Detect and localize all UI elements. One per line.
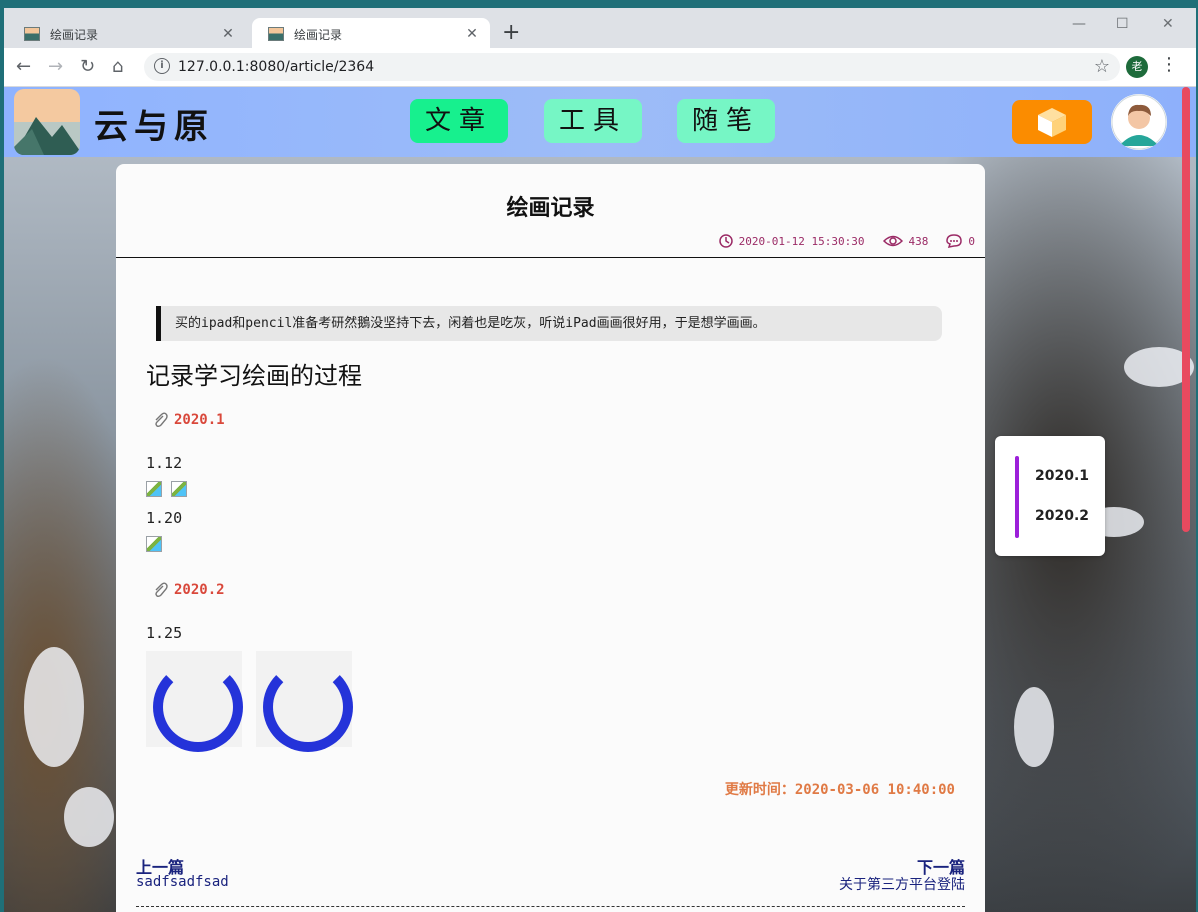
subsection-title: 2020.2 (174, 582, 225, 598)
profile-avatar[interactable]: 老 (1126, 56, 1148, 78)
tab-title: 绘画记录 (294, 27, 343, 42)
broken-image-icon (146, 481, 162, 497)
prev-article-link[interactable]: sadfsadfsad (136, 874, 229, 890)
bookmark-star-icon[interactable]: ☆ (1094, 56, 1110, 77)
divider (116, 257, 985, 258)
table-of-contents: 2020.1 2020.2 (995, 436, 1105, 556)
tab-active[interactable]: 绘画记录 ✕ (252, 18, 490, 50)
intro-quote: 买的ipad和pencil准备考研然鵝没坚持下去，闲着也是吃灰，听说iPad画画… (156, 306, 942, 341)
clock-icon (718, 234, 733, 248)
spinner-icon (153, 662, 243, 752)
article-card: 绘画记录 2020-01-12 15:30:30 438 0 买的ipad和pe… (116, 164, 985, 912)
eye-icon (882, 235, 903, 247)
cube-icon (1038, 108, 1066, 137)
comment-icon (946, 234, 963, 248)
image-loading (146, 651, 243, 752)
screen: 绘画记录 ✕ 绘画记录 ✕ + — ☐ ✕ ← → ↻ ⌂ i 127.0.0.… (0, 0, 1198, 912)
nav-notes-button[interactable]: 随笔 (677, 99, 775, 143)
subsection-2020-1: 2020.1 (152, 412, 225, 428)
snow-patch (1014, 687, 1054, 767)
entry-date: 1.25 (146, 624, 183, 642)
entry-date: 1.20 (146, 509, 183, 527)
site-header: 云与原 文章 工具 随笔 (4, 87, 1196, 157)
publish-date: 2020-01-12 15:30:30 (718, 234, 865, 248)
broken-image-icon (146, 536, 162, 552)
comment-count-text: 0 (968, 234, 975, 248)
close-window-button[interactable]: ✕ (1162, 16, 1174, 32)
close-icon[interactable]: ✕ (220, 26, 236, 42)
view-count-text: 438 (908, 234, 929, 248)
snow-patch (64, 787, 114, 847)
page-viewport: 云与原 文章 工具 随笔 绘画记录 2020-01-12 15:30:30 43… (4, 87, 1196, 912)
site-name[interactable]: 云与原 (94, 99, 214, 148)
user-icon (1111, 94, 1167, 150)
home-icon[interactable]: ⌂ (112, 56, 123, 77)
new-tab-button[interactable]: + (502, 20, 520, 45)
toc-item-2020-1[interactable]: 2020.1 (1035, 468, 1089, 484)
publish-date-text: 2020-01-12 15:30:30 (738, 234, 865, 248)
section-heading: 记录学习绘画的过程 (146, 362, 362, 390)
back-icon[interactable]: ← (16, 56, 31, 77)
article-meta: 2020-01-12 15:30:30 438 0 (701, 234, 975, 248)
tab-bar: 绘画记录 ✕ 绘画记录 ✕ + — ☐ ✕ (4, 8, 1196, 50)
subsection-title: 2020.1 (174, 412, 225, 428)
url-input[interactable]: i 127.0.0.1:8080/article/2364 ☆ (144, 53, 1120, 81)
forward-icon[interactable]: → (48, 56, 63, 77)
next-article-link[interactable]: 关于第三方平台登陆 (839, 874, 965, 894)
tab-title: 绘画记录 (50, 27, 99, 42)
info-icon[interactable]: i (154, 58, 170, 74)
broken-image-icon (171, 481, 187, 497)
divider (136, 906, 965, 907)
favicon-icon (24, 27, 40, 41)
minimize-button[interactable]: — (1072, 16, 1086, 32)
maximize-button[interactable]: ☐ (1116, 16, 1129, 32)
favicon-icon (268, 27, 284, 41)
image-loading (256, 651, 353, 752)
article-title: 绘画记录 (506, 196, 595, 221)
address-bar: ← → ↻ ⌂ i 127.0.0.1:8080/article/2364 ☆ … (4, 48, 1196, 87)
close-icon[interactable]: ✕ (464, 26, 480, 42)
snow-patch (24, 647, 84, 767)
spinner-icon (263, 662, 353, 752)
menu-kebab-icon[interactable]: ⋮ (1160, 54, 1178, 75)
entry-date: 1.12 (146, 454, 183, 472)
nav-articles-button[interactable]: 文章 (410, 99, 508, 143)
reload-icon[interactable]: ↻ (80, 56, 95, 77)
toc-item-2020-2[interactable]: 2020.2 (1035, 508, 1089, 524)
subsection-2020-2: 2020.2 (152, 582, 225, 598)
box-button[interactable] (1012, 100, 1092, 144)
view-count: 438 (882, 234, 929, 248)
site-logo[interactable] (14, 89, 80, 155)
toc-indicator (1015, 456, 1019, 538)
url-text[interactable]: 127.0.0.1:8080/article/2364 (178, 59, 374, 75)
nav-tools-button[interactable]: 工具 (544, 99, 642, 143)
user-avatar[interactable] (1111, 94, 1167, 150)
mountain-icon (14, 117, 80, 155)
paperclip-icon (155, 412, 168, 428)
scrollbar[interactable] (1182, 87, 1190, 532)
paperclip-icon (155, 582, 168, 598)
comment-count: 0 (946, 234, 975, 248)
tab-inactive[interactable]: 绘画记录 ✕ (8, 18, 246, 50)
updated-time: 更新时间：2020-03-06 10:40:00 (724, 782, 955, 798)
